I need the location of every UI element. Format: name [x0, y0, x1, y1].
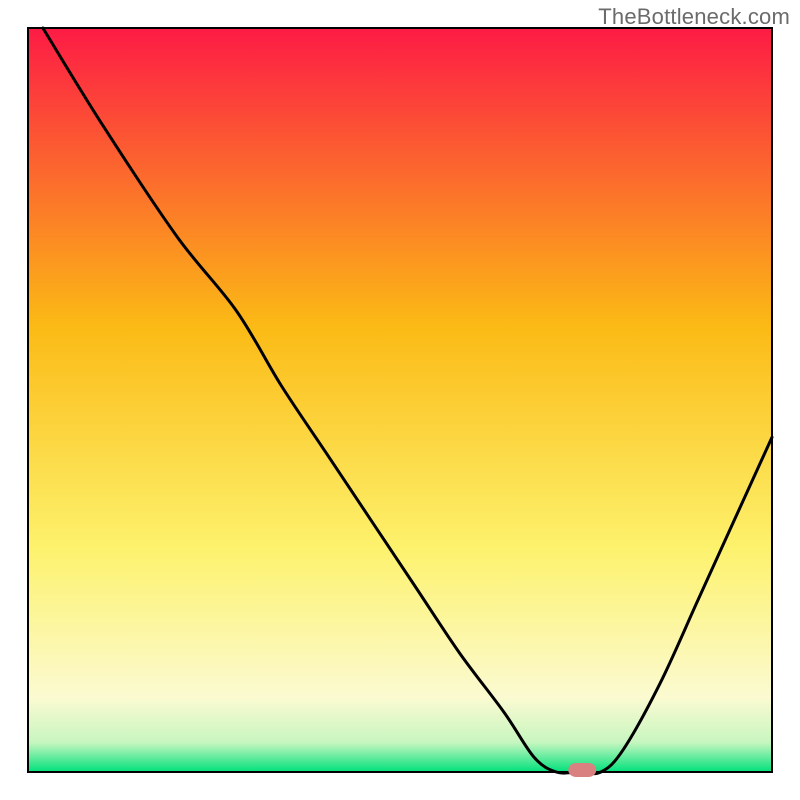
chart-svg [0, 0, 800, 800]
plot-area [28, 28, 772, 777]
chart-stage: TheBottleneck.com [0, 0, 800, 800]
gradient-background [28, 28, 772, 772]
watermark-text: TheBottleneck.com [598, 4, 790, 30]
optimal-marker [568, 763, 596, 777]
